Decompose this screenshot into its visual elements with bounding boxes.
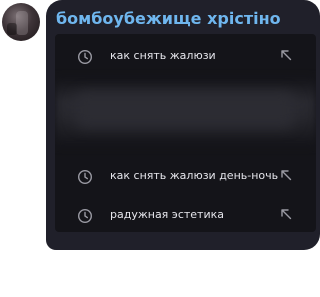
search-history-item[interactable]: радужная эстетика (55, 197, 316, 232)
search-history-text: как снять жалюзи (110, 49, 216, 62)
search-history-item[interactable]: как снять жалюзи день-ночь (55, 158, 316, 196)
clock-icon (77, 208, 93, 224)
avatar-figure (16, 11, 28, 35)
search-history-item[interactable]: как снять жалюзи (55, 38, 316, 76)
arrow-up-left-icon[interactable] (280, 49, 293, 62)
search-history-text: как снять жалюзи день-ночь (110, 169, 279, 182)
sender-name[interactable]: бомбоубежище хрістіно (56, 9, 281, 28)
arrow-up-left-icon[interactable] (280, 208, 293, 221)
search-history-text: радужная эстетика (110, 208, 224, 221)
blurred-region-inner (75, 92, 295, 128)
arrow-up-left-icon[interactable] (280, 169, 293, 182)
clock-icon (77, 49, 93, 65)
avatar-shadow (7, 23, 17, 35)
clock-icon (77, 169, 93, 185)
avatar[interactable] (2, 3, 40, 41)
attached-screenshot[interactable]: как снять жалюзи как снять жалюзи день-н… (55, 34, 316, 232)
